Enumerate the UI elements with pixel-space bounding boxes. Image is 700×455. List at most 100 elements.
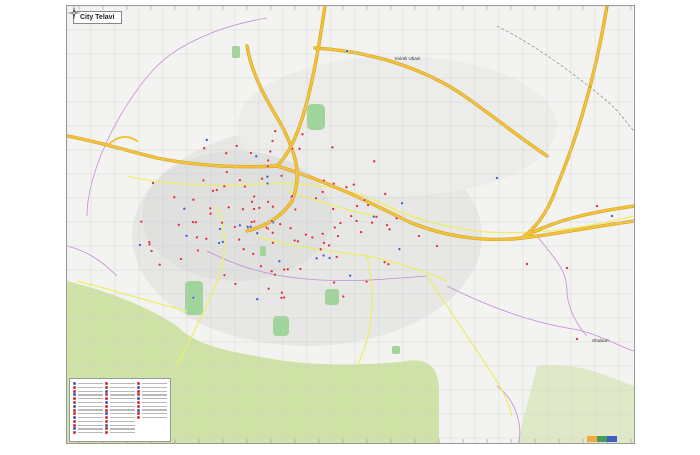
legend-swatch [105, 423, 108, 427]
map-pin-icon [222, 184, 226, 188]
map-pin-icon [525, 262, 529, 266]
map-pin-icon [388, 227, 392, 231]
map-pin-icon [321, 232, 325, 236]
legend-text-placeholder [142, 417, 167, 419]
map-pin-icon [271, 205, 275, 209]
map-pin-icon [355, 219, 359, 223]
legend-row [73, 385, 103, 389]
legend-row [73, 404, 103, 408]
map-pin-icon [495, 176, 499, 180]
legend-text-placeholder [142, 409, 167, 411]
legend-row [137, 385, 167, 389]
legend-swatch [105, 404, 108, 408]
legend-row [105, 382, 135, 386]
legend-swatch [137, 412, 140, 416]
legend-text-placeholder [142, 413, 167, 415]
map-canvas[interactable]: City Telavi Kvireli Ubani Shalauri [66, 5, 635, 444]
place-label-north: Kvireli Ubani [395, 56, 421, 61]
map-pin-icon [341, 294, 345, 299]
compass-rose-icon [67, 6, 81, 20]
legend-swatch [105, 389, 108, 393]
legend-text-placeholder [78, 432, 103, 434]
map-pin-icon [270, 219, 274, 223]
map-pin-icon [233, 282, 237, 286]
legend-swatch [73, 419, 76, 423]
map-pin-icon [243, 185, 247, 189]
map-pin-icon [227, 205, 231, 209]
legend-swatch [73, 416, 76, 420]
map-pin-icon [265, 175, 269, 179]
legend-row [105, 412, 135, 416]
legend-row [73, 416, 103, 420]
legend-text-placeholder [142, 390, 167, 392]
legend-row [105, 416, 135, 420]
map-pin-icon [332, 280, 336, 285]
map-pin-icon [565, 266, 569, 270]
legend-swatch [73, 408, 76, 412]
map-pin-icon [204, 237, 208, 241]
legend-row [73, 423, 103, 427]
map-pin-icon [233, 225, 237, 229]
legend-column [73, 382, 103, 435]
map-pin-icon [362, 198, 366, 202]
map-pin-icon [257, 206, 261, 210]
legend-text-placeholder [78, 405, 103, 407]
map-pin-icon [147, 240, 151, 244]
map-pin-icon [264, 226, 269, 230]
legend-swatch [73, 397, 76, 401]
legend-swatch [105, 416, 108, 420]
map-pin-icon [383, 260, 387, 264]
legend-swatch [105, 401, 108, 404]
legend-swatch [105, 385, 108, 389]
map-pin-icon [374, 215, 378, 219]
legend-row [105, 408, 135, 412]
legend-text-placeholder [110, 401, 135, 404]
legend-swatch [105, 431, 108, 435]
map-pin-icon [149, 249, 154, 253]
map-pin-icon [266, 158, 270, 162]
map-pin-icon [267, 287, 271, 291]
legend-text-placeholder [78, 394, 103, 396]
map-pin-icon [352, 183, 356, 187]
map-pin-icon [184, 234, 189, 238]
legend-row [137, 401, 167, 404]
map-legend [69, 378, 171, 442]
map-pin-icon [319, 247, 323, 251]
map-pin-icon [211, 189, 215, 193]
map-pin-icon [252, 219, 256, 224]
legend-swatch [105, 397, 108, 401]
map-pin-icon [370, 221, 374, 225]
legend-text-placeholder [142, 394, 167, 396]
legend-row [137, 412, 167, 416]
map-pin-icon [246, 225, 250, 229]
map-pin-icon [397, 247, 401, 251]
map-pin-icon [205, 138, 209, 142]
map-pin-icon [290, 147, 294, 151]
map-pin-icon [610, 214, 614, 218]
legend-row [105, 393, 135, 397]
legend-text-placeholder [110, 390, 135, 392]
legend-text-placeholder [110, 405, 135, 407]
legend-text-placeholder [142, 398, 167, 400]
map-pin-icon [177, 223, 181, 227]
map-pin-icon [595, 204, 599, 208]
map-pin-icon [249, 151, 253, 155]
legend-text-placeholder [142, 401, 167, 404]
map-pin-icon [260, 177, 264, 181]
map-pin-icon [271, 241, 275, 245]
map-pin-icon [372, 159, 376, 163]
legend-column [137, 382, 167, 420]
map-pin-icon [336, 234, 340, 238]
legend-text-placeholder [78, 409, 103, 411]
page: City Telavi Kvireli Ubani Shalauri [0, 0, 700, 455]
legend-row [105, 389, 135, 393]
map-pin-icon [250, 200, 254, 204]
map-pin-icon [297, 147, 302, 151]
legend-swatch [105, 408, 108, 412]
map-pin-icon [182, 207, 186, 211]
map-pin-icon [335, 255, 339, 259]
map-pin-icon [383, 192, 387, 196]
map-pin-icon [293, 207, 297, 212]
legend-swatch [137, 385, 140, 389]
legend-row [73, 431, 103, 435]
